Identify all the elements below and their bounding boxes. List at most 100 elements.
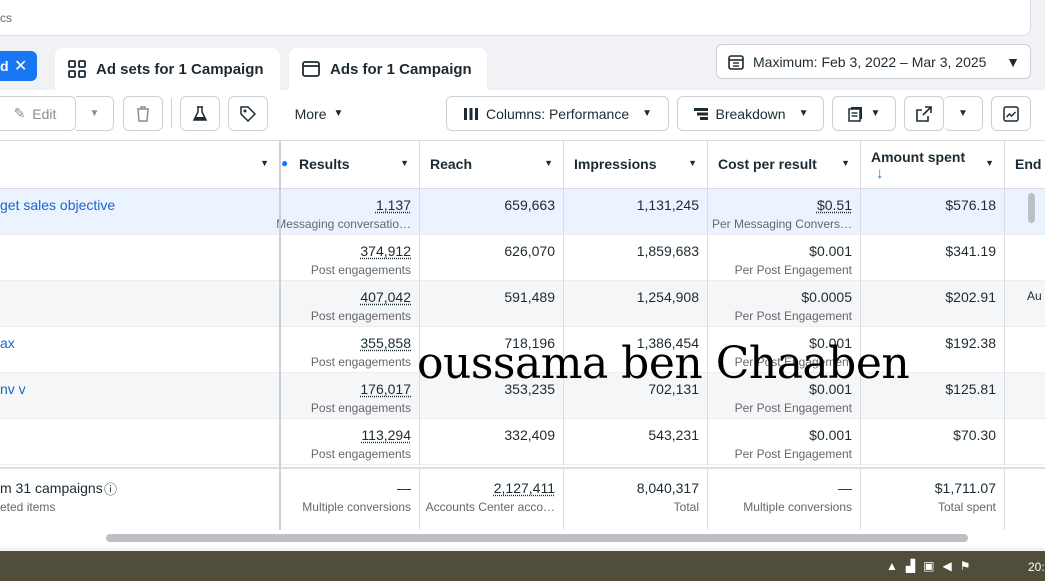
column-header-amount-spent[interactable]: Amount spent ↓ ▼	[861, 141, 1005, 189]
row-cpr-value: $0.51	[816, 197, 852, 213]
breakdown-button[interactable]: Breakdown ▼	[677, 96, 824, 131]
table-row[interactable]: 113,294 Post engagements 332,409 543,231 $0.…	[0, 419, 1045, 465]
tab-campaigns[interactable]: d ✕	[0, 51, 37, 81]
row-name-link[interactable]: ax	[0, 335, 15, 351]
chevron-down-icon: ▼	[544, 158, 553, 168]
row-results-subtext: Post engagements	[310, 447, 411, 461]
row-results-value: 407,042	[360, 289, 411, 305]
row-spent-cell: $70.30	[861, 419, 1005, 465]
tag-icon	[240, 105, 257, 122]
network-icon[interactable]: ⚑	[960, 559, 971, 573]
row-cpr-subtext: Per Post Engagement	[734, 447, 852, 461]
row-impressions-cell: 1,131,245	[564, 189, 708, 235]
export-icon	[916, 105, 932, 122]
row-ends-cell	[1005, 327, 1045, 373]
column-header-cost-per-result[interactable]: Cost per result ▼	[708, 141, 861, 189]
system-tray: ▲ ▟ ▣ ◀ ⚑	[886, 559, 970, 573]
row-reach-cell: 659,663	[420, 189, 564, 235]
vertical-scrollbar[interactable]	[1028, 193, 1035, 223]
column-header-reach[interactable]: Reach ▼	[420, 141, 564, 189]
chevron-down-icon: ▼	[260, 158, 269, 168]
row-reach-value: 659,663	[504, 197, 555, 213]
column-header-ends[interactable]: End	[1005, 141, 1045, 189]
tab-ad-sets-label: Ad sets for 1 Campaign	[96, 60, 264, 78]
date-range-picker[interactable]: Maximum: Feb 3, 2022 – Mar 3, 2025 ▼	[716, 44, 1031, 79]
summary-impressions-sub: Total	[673, 500, 699, 514]
edit-dropdown-button[interactable]: ▼	[76, 96, 114, 131]
row-ends-value: Au	[1027, 289, 1042, 303]
toolbar-divider	[171, 98, 172, 128]
row-name-cell: nv v	[0, 373, 279, 419]
more-label: More	[294, 105, 327, 122]
column-header-name[interactable]: ▼	[0, 141, 279, 189]
row-impressions-cell: 1,859,683	[564, 235, 708, 281]
column-header-results[interactable]: ● Results ▼	[281, 141, 420, 189]
export-button[interactable]	[904, 96, 944, 131]
row-ends-cell	[1005, 419, 1045, 465]
close-icon[interactable]: ✕	[14, 56, 27, 76]
battery-icon[interactable]: ▣	[923, 559, 934, 573]
row-results-value: 374,912	[360, 243, 411, 259]
columns-button[interactable]: Columns: Performance ▼	[446, 96, 669, 131]
summary-name: m 31 campaigns	[0, 480, 103, 496]
row-ends-cell	[1005, 235, 1045, 281]
taskbar: ▲ ▟ ▣ ◀ ⚑ 20:	[0, 551, 1045, 581]
tab-ads[interactable]: Ads for 1 Campaign	[289, 48, 487, 90]
signal-icon[interactable]: ▟	[906, 559, 915, 573]
row-cpr-value: $0.001	[809, 243, 852, 259]
watermark-text: oussama ben Chaaben	[417, 338, 910, 389]
column-header-cost-per-result-label: Cost per result	[718, 156, 817, 172]
row-impressions-value: 543,231	[648, 427, 699, 443]
summary-results-sub: Multiple conversions	[302, 500, 411, 514]
edit-button[interactable]: ✎ Edit	[0, 96, 76, 131]
more-button[interactable]: More ▼	[278, 96, 360, 131]
summary-spent-sub: Total spent	[937, 500, 996, 514]
tab-ad-sets[interactable]: Ad sets for 1 Campaign	[55, 48, 280, 90]
row-name-cell: get sales objective	[0, 189, 279, 235]
row-reach-cell: 332,409	[420, 419, 564, 465]
row-results-subtext: Post engagements	[310, 309, 411, 323]
tag-button[interactable]	[228, 96, 268, 131]
ab-test-button[interactable]	[180, 96, 220, 131]
search-text: cs	[0, 11, 12, 25]
row-results-value: 176,017	[360, 381, 411, 397]
chevron-down-icon: ▼	[333, 108, 344, 119]
info-icon: ⓘ	[104, 482, 118, 497]
column-header-impressions[interactable]: Impressions ▼	[564, 141, 708, 189]
summary-impressions: 8,040,317	[636, 480, 699, 496]
row-ends-cell	[1005, 373, 1045, 419]
table-row[interactable]: get sales objective 1,137 Messaging conver…	[0, 189, 1045, 235]
summary-impressions-cell: 8,040,317 Total	[564, 469, 708, 530]
summary-spent-cell: $1,711.07 Total spent	[861, 469, 1005, 530]
delete-button[interactable]	[123, 96, 163, 131]
view-charts-button[interactable]	[991, 96, 1031, 131]
row-name-link[interactable]: nv v	[0, 381, 26, 397]
volume-icon[interactable]: ◀	[942, 559, 951, 573]
columns-label: Columns: Performance	[485, 105, 630, 122]
table-row[interactable]: 407,042 Post engagements 591,489 1,254,908 $…	[0, 281, 1045, 327]
row-reach-cell: 591,489	[420, 281, 564, 327]
row-reach-value: 332,409	[504, 427, 555, 443]
reports-button[interactable]: ▼	[832, 96, 896, 131]
summary-reach-cell: 2,127,411 Accounts Center acco…	[420, 469, 564, 530]
chart-icon	[1003, 105, 1019, 122]
breakdown-label: Breakdown	[715, 105, 786, 122]
column-header-amount-spent-label: Amount spent	[871, 149, 966, 165]
row-cpr-subtext: Per Post Engagement	[734, 263, 852, 277]
row-results-subtext: Post engagements	[310, 263, 411, 277]
export-dropdown-button[interactable]: ▼	[944, 96, 983, 131]
row-spent-value: $202.91	[945, 289, 996, 305]
date-range-label: Maximum: Feb 3, 2022 – Mar 3, 2025	[753, 53, 987, 70]
row-name-link[interactable]: get sales objective	[0, 197, 115, 213]
horizontal-scrollbar[interactable]	[106, 534, 968, 542]
table-row[interactable]: 374,912 Post engagements 626,070 1,859,683 $…	[0, 235, 1045, 281]
search-bar[interactable]: cs	[0, 0, 1031, 36]
edit-label: Edit	[32, 105, 57, 122]
row-impressions-value: 1,859,683	[636, 243, 699, 259]
trash-icon	[137, 105, 149, 122]
data-table: ▼ ● Results ▼ Reach ▼ Impressions ▼ Cost…	[0, 140, 1045, 530]
chevron-up-icon[interactable]: ▲	[886, 559, 898, 573]
row-results-value: 1,137	[375, 197, 411, 213]
frozen-column-divider	[279, 140, 281, 530]
column-header-ends-label: End	[1015, 156, 1042, 172]
